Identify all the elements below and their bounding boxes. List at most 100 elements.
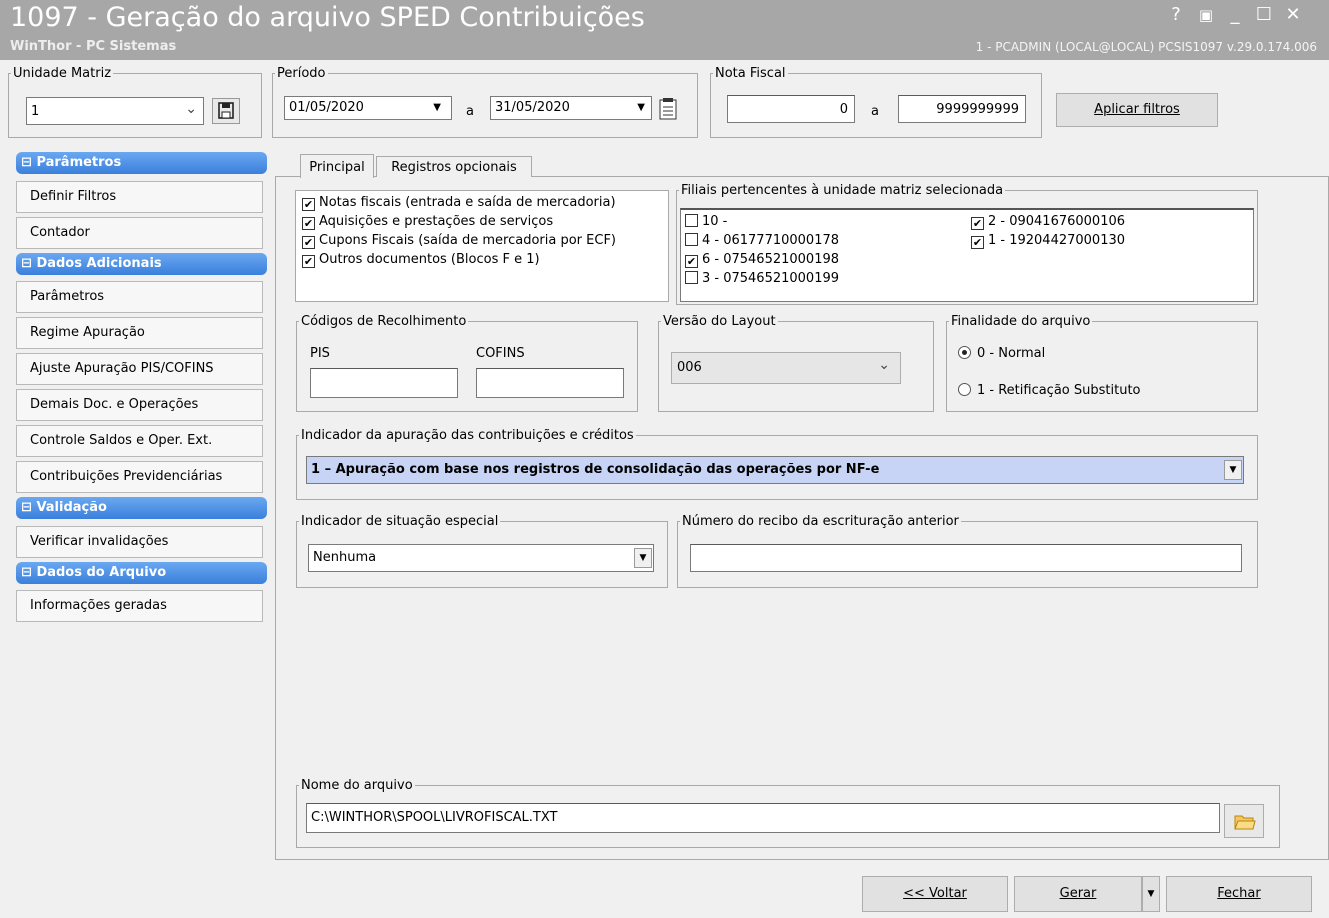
sidebar-item-demais-doc[interactable]: Demais Doc. e Operações [16, 389, 263, 421]
checkbox-unchecked-icon [685, 271, 698, 284]
finalidade-legend: Finalidade do arquivo [951, 314, 1091, 329]
doc-outros-checkbox[interactable]: ✔ Outros documentos (Blocos F e 1) [302, 252, 540, 268]
gerar-dropdown-button[interactable]: ▼ [1142, 876, 1160, 912]
user-info: 1 - PCADMIN (LOCAL@LOCAL) PCSIS1097 v.29… [975, 40, 1317, 54]
sidebar-item-definir-filtros[interactable]: Definir Filtros [16, 181, 263, 213]
sidebar-item-contador[interactable]: Contador [16, 217, 263, 249]
sidebar-header-dados-adicionais[interactable]: ⊟ Dados Adicionais [16, 253, 267, 275]
checkbox-label: 1 - 19204427000130 [988, 233, 1126, 248]
versao-layout-select[interactable]: 006 ⌄ [671, 352, 901, 384]
gerar-button[interactable]: Gerar [1014, 876, 1142, 912]
maximize-icon[interactable]: ☐ [1251, 4, 1277, 28]
checkbox-label: Cupons Fiscais (saída de mercadoria por … [319, 233, 616, 248]
minimize-icon[interactable]: _ [1222, 4, 1248, 28]
arquivo-value: C:\WINTHOR\SPOOL\LIVROFISCAL.TXT [311, 810, 558, 825]
sidebar-item-contribuicoes-previdenciarias[interactable]: Contribuições Previdenciárias [16, 461, 263, 493]
sidebar-item-label: Contador [30, 225, 90, 240]
situacao-especial-value: Nenhuma [313, 550, 377, 565]
tab-label: Registros opcionais [391, 160, 517, 175]
checkbox-checked-icon: ✔ [971, 236, 984, 249]
window-subtitle: WinThor - PC Sistemas [10, 39, 177, 54]
recibo-input[interactable] [690, 544, 1242, 572]
checkbox-checked-icon: ✔ [302, 198, 315, 211]
arquivo-input[interactable]: C:\WINTHOR\SPOOL\LIVROFISCAL.TXT [306, 803, 1220, 833]
sidebar-item-informacoes-geradas[interactable]: Informações geradas [16, 590, 263, 622]
sidebar-header-parametros[interactable]: ⊟ Parâmetros [16, 152, 267, 174]
cofins-label: COFINS [476, 346, 525, 361]
tab-registros-opcionais[interactable]: Registros opcionais [376, 156, 532, 177]
dropdown-arrow-icon: ▼ [433, 102, 441, 113]
fechar-button[interactable]: Fechar [1166, 876, 1312, 912]
sidebar-item-controle-saldos[interactable]: Controle Saldos e Oper. Ext. [16, 425, 263, 457]
tab-principal[interactable]: Principal [300, 154, 374, 178]
collapse-icon: ⊟ [21, 256, 32, 271]
folder-icon [1234, 815, 1256, 830]
dropdown-arrow-icon: ▼ [637, 102, 645, 113]
nota-fiscal-separator: a [871, 104, 879, 119]
unidade-matriz-value: 1 [31, 104, 40, 119]
checkbox-unchecked-icon [685, 214, 698, 227]
sidebar-header-dados-arquivo[interactable]: ⊟ Dados do Arquivo [16, 562, 267, 584]
versao-legend: Versão do Layout [663, 314, 776, 329]
sidebar-header-label: Parâmetros [36, 155, 122, 170]
periodo-from-picker[interactable]: 01/05/2020 ▼ [284, 96, 452, 120]
sidebar-item-regime-apuracao[interactable]: Regime Apuração [16, 317, 263, 349]
filial-checkbox[interactable]: ✔ 1 - 19204427000130 [971, 233, 1125, 249]
indicador-apuracao-select[interactable]: 1 – Apuração com base nos registros de c… [306, 456, 1244, 484]
collapse-icon: ⊟ [21, 565, 32, 580]
filial-checkbox[interactable]: 3 - 07546521000199 [685, 271, 839, 286]
tab-label: Principal [309, 160, 365, 175]
save-icon[interactable] [212, 98, 240, 124]
sidebar-header-label: Validação [36, 500, 107, 515]
browse-folder-button[interactable] [1224, 804, 1264, 838]
nota-fiscal-from-input[interactable]: 0 [727, 95, 855, 123]
unidade-matriz-select[interactable]: 1 ⌄ [26, 97, 204, 125]
situacao-especial-select[interactable]: Nenhuma ▼ [308, 544, 654, 572]
sidebar-item-verificar-invalidacoes[interactable]: Verificar invalidações [16, 526, 263, 558]
versao-value: 006 [677, 360, 702, 375]
sidebar-item-label: Controle Saldos e Oper. Ext. [30, 433, 213, 448]
filial-checkbox[interactable]: ✔ 6 - 07546521000198 [685, 252, 839, 268]
sidebar-header-validacao[interactable]: ⊟ Validação [16, 497, 267, 519]
help-icon[interactable]: ? [1163, 4, 1189, 28]
nota-fiscal-to-input[interactable]: 9999999999 [898, 95, 1026, 123]
doc-aquisicoes-checkbox[interactable]: ✔ Aquisições e prestações de serviços [302, 214, 553, 230]
checkbox-checked-icon: ✔ [302, 236, 315, 249]
checkbox-label: Notas fiscais (entrada e saída de mercad… [319, 195, 616, 210]
pis-input[interactable] [310, 368, 458, 398]
sidebar-item-ajuste-apuracao[interactable]: Ajuste Apuração PIS/COFINS [16, 353, 263, 385]
checkbox-checked-icon: ✔ [685, 255, 698, 268]
radio-selected-icon [958, 346, 971, 359]
fechar-label: Fechar [1217, 886, 1261, 901]
sidebar-item-label: Definir Filtros [30, 189, 117, 204]
finalidade-retificacao-radio[interactable]: 1 - Retificação Substituto [958, 383, 1141, 398]
situacao-especial-legend: Indicador de situação especial [301, 514, 499, 529]
sidebar-item-parametros[interactable]: Parâmetros [16, 281, 263, 313]
sidebar-header-label: Dados Adicionais [36, 256, 162, 271]
cofins-input[interactable] [476, 368, 624, 398]
radio-label: 1 - Retificação Substituto [977, 383, 1141, 398]
filiais-legend: Filiais pertencentes à unidade matriz se… [681, 183, 1004, 198]
calendar-icon[interactable] [654, 96, 682, 122]
collapse-icon: ⊟ [21, 500, 32, 515]
finalidade-normal-radio[interactable]: 0 - Normal [958, 346, 1045, 361]
chevron-down-icon: ⌄ [185, 101, 197, 117]
checkbox-label: 10 - [702, 214, 728, 229]
periodo-to-picker[interactable]: 31/05/2020 ▼ [490, 96, 652, 120]
filial-checkbox[interactable]: 10 - [685, 214, 727, 229]
doc-notas-fiscais-checkbox[interactable]: ✔ Notas fiscais (entrada e saída de merca… [302, 195, 616, 211]
restore-panel-icon[interactable]: ▣ [1193, 4, 1219, 28]
sidebar-item-label: Informações geradas [30, 598, 167, 613]
doc-cupons-fiscais-checkbox[interactable]: ✔ Cupons Fiscais (saída de mercadoria por… [302, 233, 616, 249]
filial-checkbox[interactable]: ✔ 2 - 09041676000106 [971, 214, 1125, 230]
radio-unselected-icon [958, 383, 971, 396]
apply-filters-button[interactable]: Aplicar filtros [1056, 93, 1218, 127]
unidade-matriz-legend: Unidade Matriz [13, 66, 112, 81]
arquivo-legend: Nome do arquivo [301, 778, 413, 793]
filial-checkbox[interactable]: 4 - 06177710000178 [685, 233, 839, 248]
codigos-legend: Códigos de Recolhimento [301, 314, 467, 329]
voltar-button[interactable]: << Voltar [862, 876, 1008, 912]
periodo-legend: Período [277, 66, 326, 81]
close-icon[interactable]: ✕ [1280, 4, 1306, 28]
nota-fiscal-to-value: 9999999999 [936, 102, 1019, 117]
